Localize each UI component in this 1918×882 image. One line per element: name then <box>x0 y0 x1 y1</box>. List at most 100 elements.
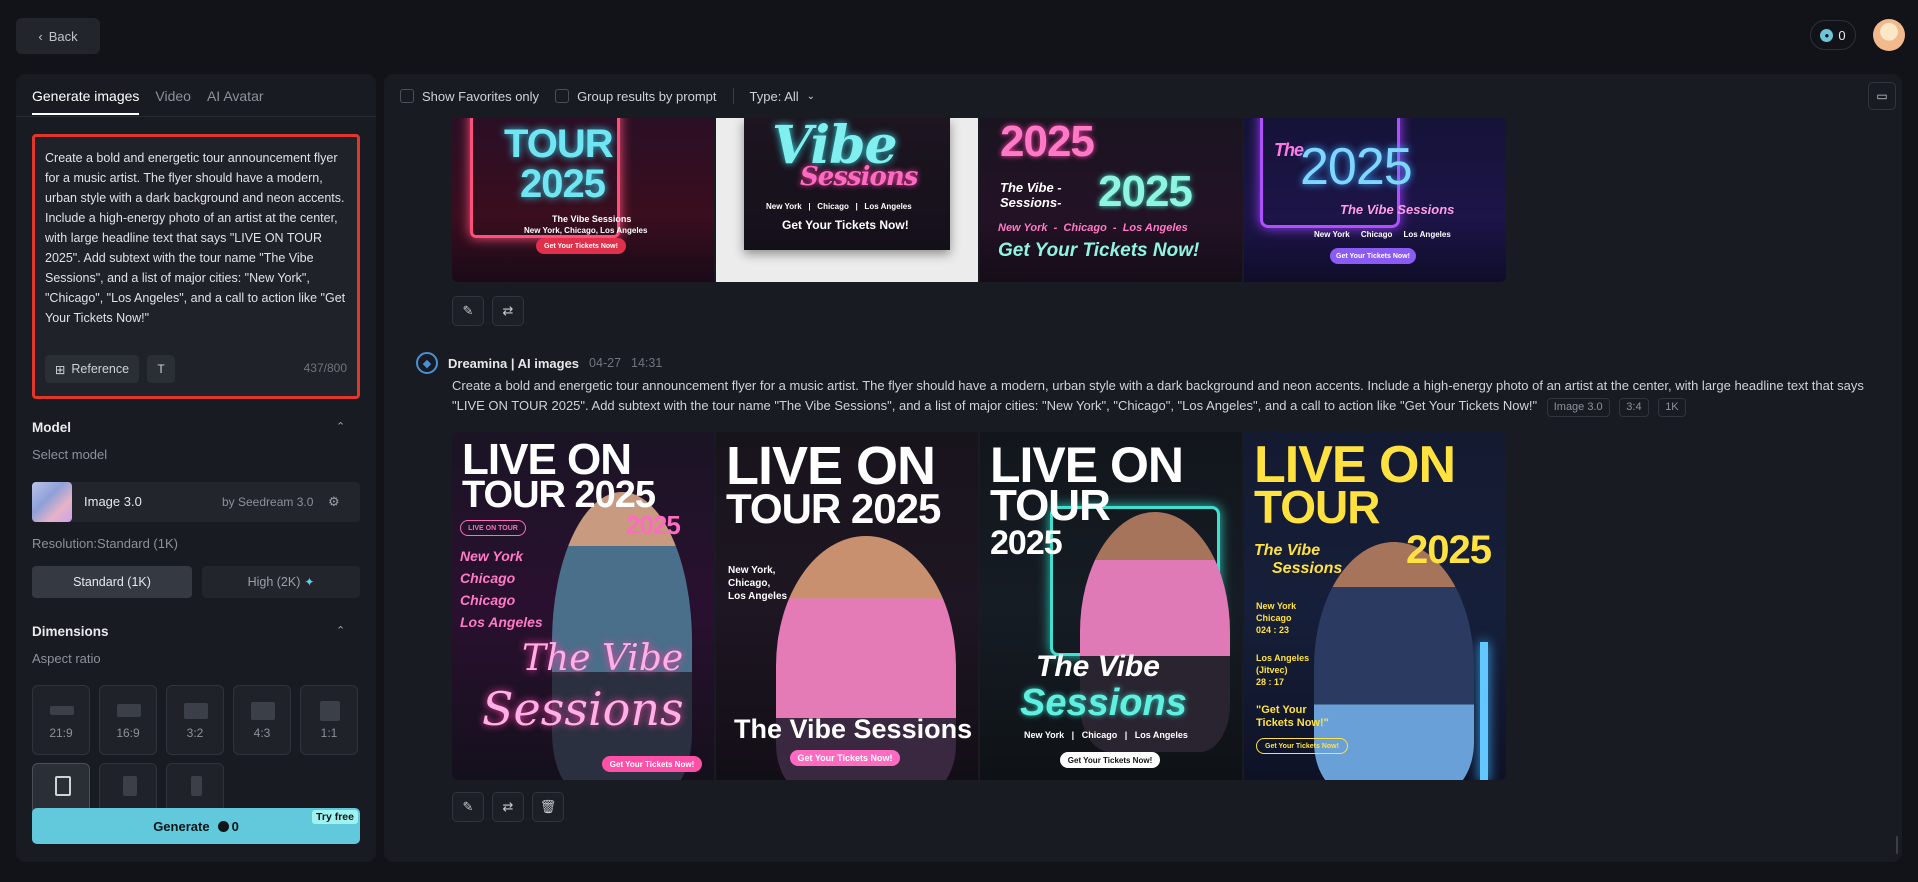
ratio-shape <box>55 776 71 796</box>
prompt-input[interactable]: Create a bold and energetic tour announc… <box>32 134 360 399</box>
user-avatar[interactable] <box>1873 19 1905 51</box>
poster-cities: New York | Chicago | Los Angeles <box>766 202 912 211</box>
credit-icon: ● <box>1820 28 1834 42</box>
checkbox[interactable] <box>555 89 570 103</box>
resolution-standard-label: Standard (1K) <box>73 575 151 589</box>
back-label: Back <box>48 28 78 44</box>
resolution-tag: 1K <box>1658 398 1686 417</box>
poster-cta: Get Your Tickets Now! <box>1060 752 1160 768</box>
ratio-shape <box>191 776 202 796</box>
tab-divider <box>16 116 376 117</box>
poster-subtitle: The Vibe -Sessions- <box>1000 180 1062 210</box>
group-results-filter[interactable]: Group results by prompt <box>555 88 717 104</box>
poster-headline: The <box>1274 140 1304 160</box>
back-button[interactable]: ‹ Back <box>16 18 100 54</box>
resolution-standard-button[interactable]: Standard (1K) <box>32 566 192 598</box>
ratio-shape <box>50 706 74 715</box>
neon-tube <box>1480 642 1488 780</box>
filter-bar: Show Favorites only Group results by pro… <box>384 74 1902 118</box>
sliders-icon[interactable]: ⚙ <box>328 494 340 510</box>
text-style-button[interactable]: T <box>147 355 175 383</box>
tab-generate-images[interactable]: Generate images <box>32 88 140 115</box>
resolution-high-button[interactable]: High (2K) ✦ <box>202 566 360 598</box>
generation-author: Dreamina | AI images <box>448 355 580 371</box>
group-results-label: Group results by prompt <box>577 88 717 104</box>
divider <box>732 88 734 104</box>
result-image[interactable]: The 2025 The Vibe Sessions New York Chic… <box>1244 118 1506 282</box>
edit-icon[interactable]: ✎ <box>452 296 484 326</box>
checkbox[interactable] <box>400 89 414 103</box>
result-image[interactable]: TOUR 2025 The Vibe Sessions New York, Ch… <box>452 118 714 282</box>
poster-cities: New York Chicago 024 : 23 <box>1256 601 1297 635</box>
regenerate-icon[interactable]: ⇄ <box>492 296 524 326</box>
scrollbar[interactable] <box>1896 836 1898 854</box>
chevron-up-icon[interactable]: ⌃ <box>336 624 348 637</box>
try-free-badge: Try free <box>312 810 358 824</box>
tab-video[interactable]: Video <box>155 88 191 115</box>
ratio-label: 3:2 <box>186 726 204 740</box>
poster-subtitle: The Vibe Sessions <box>1340 202 1455 217</box>
result-image[interactable]: Vibe Sessions New York | Chicago | Los A… <box>716 118 978 282</box>
chevron-down-icon: ⌄ <box>806 90 816 102</box>
model-selector[interactable]: Image 3.0 by Seedream 3.0 ⚙ <box>32 482 360 522</box>
result-image[interactable]: 2025 2025 The Vibe -Sessions- New York -… <box>980 118 1242 282</box>
poster-subtitle-line2: Sessions <box>1272 560 1343 577</box>
result-image[interactable]: LIVE ON TOUR 2025 New York, Chicago, Los… <box>716 432 978 780</box>
ratio-label: 16:9 <box>116 726 140 740</box>
result-image[interactable]: LIVE ON TOUR 2025 2025 LIVE ON TOUR New … <box>452 432 714 780</box>
tab-ai-avatar[interactable]: AI Avatar <box>207 88 264 115</box>
generation-time: 14:31 <box>631 356 663 370</box>
generate-button[interactable]: Generate 0 Try free <box>32 808 360 844</box>
folder-icon[interactable]: ▭ <box>1868 82 1896 110</box>
results-panel: Show Favorites only Group results by pro… <box>384 74 1902 862</box>
aspect-ratio-1-1[interactable]: 1:1 <box>300 685 358 755</box>
ratio-tag: 3:4 <box>1619 398 1649 417</box>
result-image[interactable]: LIVE ON TOUR 2025 The Vibe Sessions New … <box>980 432 1242 780</box>
poster-cta: Get Your Tickets Now! <box>602 756 702 772</box>
poster-city: Chicago <box>460 570 516 586</box>
dreamina-logo-icon: ◆ <box>416 352 438 374</box>
show-favorites-filter[interactable]: Show Favorites only <box>400 89 539 104</box>
show-favorites-label: Show Favorites only <box>422 88 540 104</box>
aspect-ratio-21-9[interactable]: 21:9 <box>32 685 90 755</box>
char-count: 437/800 <box>303 361 347 375</box>
poster-cta: Get Your Tickets Now! <box>536 238 626 254</box>
poster-cities: New York | Chicago | Los Angeles <box>1024 730 1188 740</box>
model-section-title: Model <box>32 420 71 435</box>
chevron-left-icon: ‹ <box>38 28 43 44</box>
edit-icon[interactable]: ✎ <box>452 792 484 822</box>
credits-badge[interactable]: ● 0 <box>1810 20 1856 50</box>
reference-button[interactable]: ⊞ Reference <box>45 355 139 383</box>
poster-headline-line2: TOUR 2025 <box>726 485 941 532</box>
top-bar: ‹ Back ● 0 <box>0 0 1918 70</box>
trash-icon[interactable]: 🗑 <box>532 792 564 822</box>
aspect-ratio-label: Aspect ratio <box>32 651 101 666</box>
prompt-text[interactable]: Create a bold and energetic tour announc… <box>45 148 347 328</box>
poster-cities: New York - Chicago - Los Angeles <box>998 222 1188 234</box>
poster-cta: Get Your Tickets Now! <box>790 750 900 766</box>
select-model-label: Select model <box>32 447 108 462</box>
type-filter-label: Type: All <box>749 88 799 104</box>
poster-cta: Get Your Tickets Now! <box>1256 738 1348 754</box>
poster-subtitle: The Vibe <box>1254 542 1321 559</box>
poster-headline-line2: TOUR 2025 <box>462 474 656 516</box>
aspect-ratio-3-2[interactable]: 3:2 <box>166 685 224 755</box>
type-filter-dropdown[interactable]: Type: All ⌄ <box>750 89 816 104</box>
text-icon: T <box>157 362 165 376</box>
poster-city: New York <box>460 548 524 564</box>
result-actions: ✎ ⇄ 🗑 <box>452 792 564 822</box>
model-name: Image 3.0 <box>84 494 142 509</box>
result-image[interactable]: LIVE ON TOUR 2025 The Vibe Sessions New … <box>1244 432 1506 780</box>
poster-city-la: Los Angeles (Jitvec) 28 : 17 <box>1256 653 1310 687</box>
left-panel: Generate images Video AI Avatar Create a… <box>16 74 376 862</box>
poster-headline: TOUR <box>504 122 614 166</box>
regenerate-icon[interactable]: ⇄ <box>492 792 524 822</box>
poster-subtitle: The Vibe <box>1036 650 1160 683</box>
poster-year: 2025 <box>1000 118 1095 166</box>
chevron-up-icon[interactable]: ⌃ <box>336 420 348 433</box>
credit-icon <box>217 820 229 832</box>
results-row: LIVE ON TOUR 2025 2025 LIVE ON TOUR New … <box>452 432 1506 780</box>
poster-cities: New York Chicago Los Angeles <box>1314 230 1451 239</box>
aspect-ratio-16-9[interactable]: 16:9 <box>99 685 157 755</box>
aspect-ratio-4-3[interactable]: 4:3 <box>233 685 291 755</box>
